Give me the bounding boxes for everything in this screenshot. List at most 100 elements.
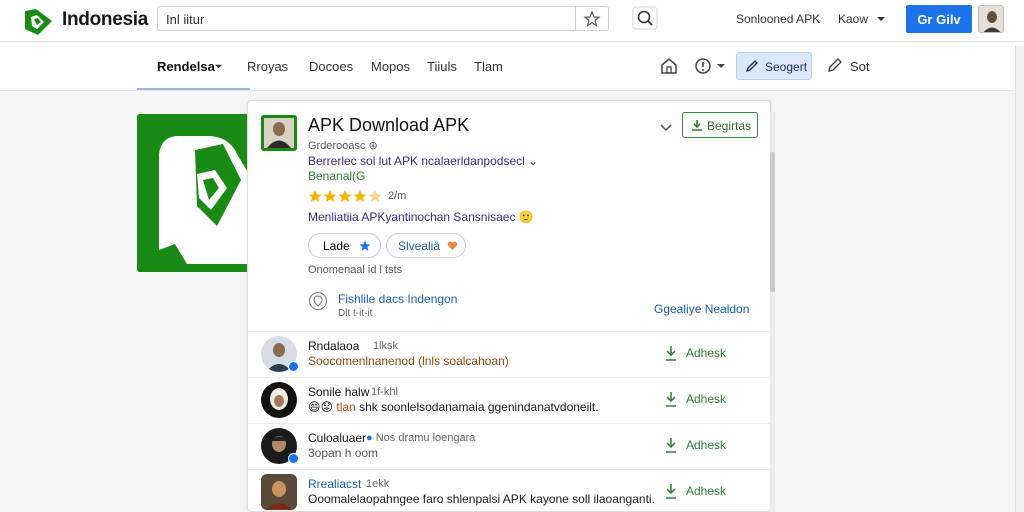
card-scrollbar[interactable] <box>770 112 775 512</box>
location-subtitle: Dlt t-it-it <box>338 308 373 319</box>
like-pill-button[interactable]: Lade <box>308 233 381 258</box>
account-menu-label[interactable]: Kaow <box>838 12 868 26</box>
review-action-button[interactable]: Adhesk <box>666 346 727 361</box>
install-label: Begirtas <box>707 119 752 133</box>
like-pill-label: Lade <box>323 239 350 253</box>
edit-icon[interactable] <box>826 56 844 74</box>
review-text: Ooomalelaopahngee faro shlenpalsi APK ka… <box>308 492 655 506</box>
search-input[interactable] <box>166 10 566 28</box>
review-action-label: Adhesk <box>686 392 727 406</box>
verified-icon: ● <box>366 432 373 444</box>
reviewer-name[interactable]: Sonile halw <box>308 385 369 399</box>
bookmark-star-icon[interactable] <box>583 10 601 28</box>
star-icon <box>353 190 367 202</box>
review-row[interactable]: Rndalaoa 1lksk Soocomenlnanenod (lnls so… <box>248 331 770 377</box>
chevron-down-icon[interactable] <box>660 121 672 133</box>
suggest-button[interactable]: Seogert <box>736 52 812 80</box>
review-row[interactable]: Sonile halw 1f-khl 😄😟 tlan shk soonlelso… <box>248 377 770 423</box>
developer-name[interactable]: Grderooasc ⊛ <box>308 139 378 152</box>
pencil-icon <box>745 60 758 73</box>
reviewer-avatar[interactable] <box>261 474 297 510</box>
download-icon <box>692 120 702 131</box>
verified-icon: ⊛ <box>368 140 378 152</box>
nav-item-mopos[interactable]: Mopos <box>371 59 410 74</box>
share-pill-button[interactable]: Slvealiä <box>386 233 466 258</box>
reviewer-photo-icon <box>261 474 297 510</box>
brand-logo-icon[interactable] <box>22 5 56 37</box>
heart-icon <box>447 241 458 251</box>
developer-photo-icon <box>261 115 297 151</box>
search-icon[interactable] <box>632 6 658 30</box>
app-price: Benanal(G <box>308 169 366 183</box>
category-nav: Rendelsa Rroyas Docoes Mopos Tiiuls Tlam… <box>0 43 1024 91</box>
nav-item-rendelsa[interactable]: Rendelsa <box>157 59 215 74</box>
app-meta-line: Onomenaal id l tsts <box>308 264 403 276</box>
reviewer-name[interactable]: Culoaluaer <box>308 431 366 445</box>
star-icon <box>338 190 352 202</box>
suggest-label: Seogert <box>765 60 808 74</box>
review-row[interactable]: Rrealiacst 1ekk Ooomalelaopahngee faro s… <box>248 469 770 512</box>
verified-badge-icon <box>288 453 299 464</box>
top-link-apk[interactable]: Sonlooned APK <box>736 12 820 26</box>
star-icon <box>323 190 337 202</box>
chevron-down-icon[interactable] <box>214 62 223 71</box>
review-meta: ● Nos dramu loengara <box>366 432 476 444</box>
review-text: 3opan h oom <box>308 446 379 460</box>
nav-item-tlam[interactable]: Tlam <box>474 59 503 74</box>
review-meta: 1lksk <box>373 340 399 352</box>
primary-cta-button[interactable]: Gr Gilv <box>906 5 972 33</box>
review-action-button[interactable]: Adhesk <box>666 484 727 499</box>
chevron-down-icon: ⌄ <box>528 154 539 168</box>
home-icon[interactable] <box>658 55 680 77</box>
scrollbar-thumb[interactable] <box>770 152 775 292</box>
nav-item-rroyas[interactable]: Rroyas <box>247 59 288 74</box>
nav-item-docoes[interactable]: Docoes <box>309 59 353 74</box>
review-text: 😄😟 tlan shk soonlelsodanamaia ggenindana… <box>308 400 599 414</box>
sort-control[interactable]: Sot <box>850 59 870 74</box>
developer-avatar[interactable] <box>261 115 297 151</box>
rating-stars <box>308 190 382 202</box>
install-button[interactable]: Begirtas <box>682 112 758 138</box>
search-box[interactable] <box>157 6 609 31</box>
page-scrollbar[interactable] <box>1015 46 1024 512</box>
download-icon <box>666 346 676 361</box>
app-category[interactable]: Berrerlec sol lut APK ncalaerldanpodsecl… <box>308 154 538 168</box>
chevron-down-icon[interactable] <box>716 55 726 77</box>
app-logo-icon <box>137 114 249 272</box>
top-bar: Indonesia Sonlooned APK Kaow Gr Gilv <box>0 0 1024 42</box>
emoji-icon: 😄😟 <box>308 400 334 414</box>
info-icon[interactable] <box>692 55 714 77</box>
user-avatar-icon <box>979 6 1003 32</box>
review-action-label: Adhesk <box>686 484 727 498</box>
app-hero-image <box>137 114 249 272</box>
download-icon <box>666 392 676 407</box>
verified-badge-icon <box>288 361 299 372</box>
star-icon <box>308 190 322 202</box>
brand-name[interactable]: Indonesia <box>62 9 148 31</box>
download-icon <box>666 484 676 499</box>
download-icon <box>666 438 676 453</box>
review-row[interactable]: Culoaluaer ● Nos dramu loengara 3opan h … <box>248 423 770 469</box>
reviewer-avatar[interactable] <box>261 382 297 418</box>
review-meta: 1ekk <box>366 478 390 490</box>
review-action-button[interactable]: Adhesk <box>666 438 727 453</box>
chevron-down-icon[interactable] <box>876 14 886 24</box>
location-link[interactable]: Ggealiye Nealdon <box>654 302 749 316</box>
review-meta: 1f-khl <box>371 386 398 398</box>
reviewer-name[interactable]: Rndalaoa <box>308 339 359 353</box>
location-pin-icon <box>309 292 327 310</box>
review-action-label: Adhesk <box>686 346 727 360</box>
reviewer-name[interactable]: Rrealiacst <box>308 477 361 491</box>
app-title: APK Download APK <box>308 115 470 135</box>
user-avatar[interactable] <box>978 5 1004 33</box>
review-action-button[interactable]: Adhesk <box>666 392 727 407</box>
star-icon <box>368 190 382 202</box>
smile-emoji-icon: 🙂 <box>518 210 534 224</box>
location-title[interactable]: Fishlile dacs Indengon <box>338 292 457 306</box>
reviewer-photo-icon <box>261 382 297 418</box>
review-text: Soocomenlnanenod (lnls soalcahoan) <box>308 354 509 368</box>
review-action-label: Adhesk <box>686 438 727 452</box>
star-icon <box>359 240 371 251</box>
app-detail-card: APK Download APK Begirtas Grderooasc ⊛ B… <box>247 100 771 512</box>
nav-item-tiiuls[interactable]: Tiiuls <box>427 59 457 74</box>
